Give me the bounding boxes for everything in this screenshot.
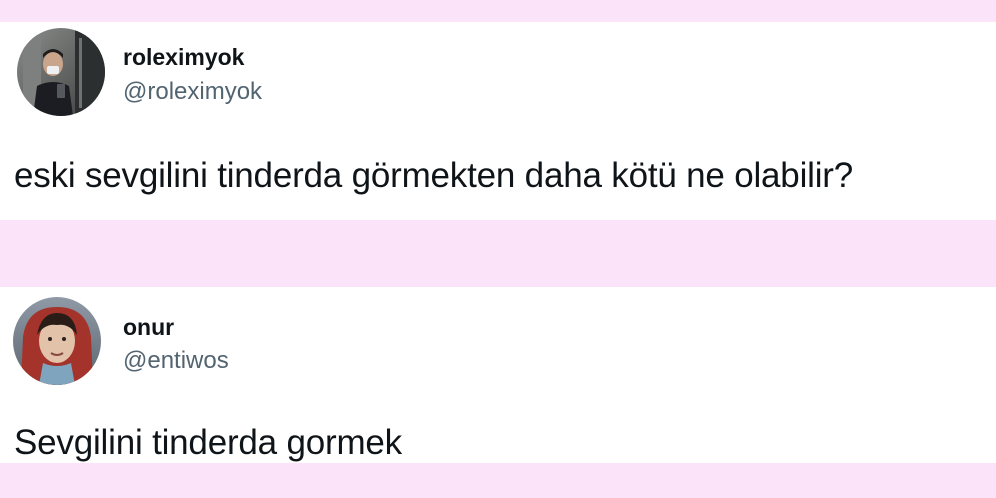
- user-handle[interactable]: @roleximyok: [123, 78, 262, 106]
- tweet-text: Sevgilini tinderda gormek: [14, 423, 402, 462]
- tweet-card: onur @entiwos Sevgilini tinderda gormek: [0, 287, 996, 463]
- avatar-photo: [13, 297, 101, 385]
- avatar[interactable]: [13, 297, 101, 385]
- tweet-card: roleximyok @roleximyok eski sevgilini ti…: [0, 22, 996, 220]
- page: roleximyok @roleximyok eski sevgilini ti…: [0, 0, 996, 498]
- user-handle[interactable]: @entiwos: [123, 347, 229, 375]
- avatar[interactable]: [17, 28, 105, 116]
- display-name[interactable]: roleximyok: [123, 44, 244, 71]
- tweet-text: eski sevgilini tinderda görmekten daha k…: [14, 156, 854, 195]
- display-name[interactable]: onur: [123, 314, 174, 341]
- avatar-photo: [17, 28, 105, 116]
